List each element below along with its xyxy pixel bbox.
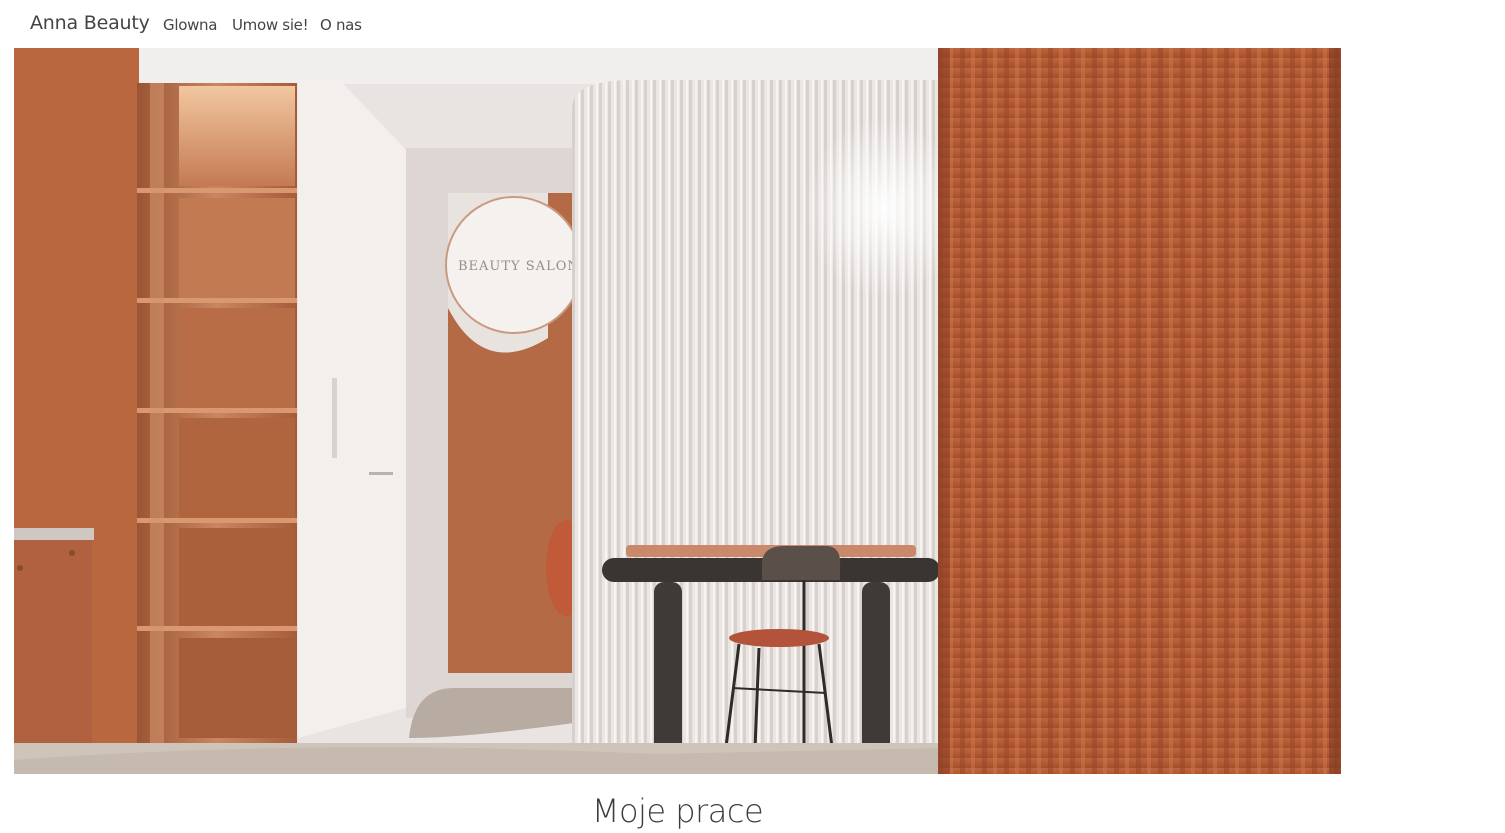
brand-logo-link[interactable]: Anna Beauty bbox=[30, 12, 150, 34]
terracotta-curtain bbox=[938, 48, 1341, 774]
nav-link-glowna[interactable]: Glowna bbox=[163, 16, 217, 34]
white-wall-panel bbox=[298, 74, 406, 738]
hero-salon-image: BEAUTY SALON bbox=[14, 48, 1341, 774]
sign-text: BEAUTY SALON bbox=[458, 259, 580, 274]
chair-backrest bbox=[761, 546, 841, 580]
top-navbar: Anna Beauty Glowna Umow sie! O nas bbox=[0, 0, 1505, 48]
section-title-moje-prace: Moje prace bbox=[591, 792, 764, 830]
nav-link-umow-sie[interactable]: Umow sie! bbox=[232, 16, 309, 34]
salon-interior-illustration: BEAUTY SALON bbox=[14, 48, 1341, 774]
nav-link-o-nas[interactable]: O nas bbox=[320, 16, 362, 34]
chair-seat bbox=[729, 629, 829, 647]
